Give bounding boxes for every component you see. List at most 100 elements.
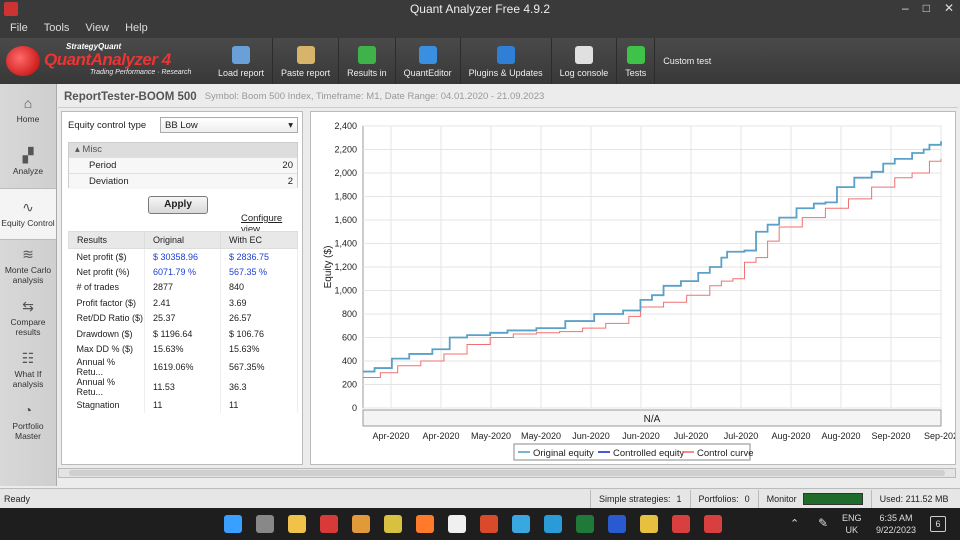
- menu-tools[interactable]: Tools: [44, 22, 70, 34]
- table-row[interactable]: Drawdown ($) $ 1196.64 $ 106.76: [68, 326, 298, 342]
- notification-badge[interactable]: 6: [930, 516, 946, 532]
- results-header[interactable]: Results: [68, 231, 145, 249]
- plugins-updates-button[interactable]: Plugins & Updates: [461, 38, 552, 84]
- check-icon: [626, 46, 645, 64]
- menu-view[interactable]: View: [85, 22, 109, 34]
- param-value[interactable]: 20: [282, 160, 293, 171]
- office-icon[interactable]: [480, 515, 498, 533]
- menu-file[interactable]: File: [10, 22, 28, 34]
- dollar-icon: [357, 46, 376, 64]
- windows-start-icon[interactable]: [224, 515, 242, 533]
- clock[interactable]: 6:35 AM 9/22/2023: [868, 512, 924, 536]
- tool-app-icon[interactable]: [352, 515, 370, 533]
- table-row[interactable]: Stagnation 11 11: [68, 397, 298, 413]
- quant-analyzer-window: Quant Analyzer Free 4.9.2 – □ ✕ File Too…: [0, 0, 960, 508]
- table-row[interactable]: Profit factor ($) 2.41 3.69: [68, 295, 298, 311]
- maximize-button[interactable]: □: [923, 1, 930, 15]
- legend-label: Controlled equity: [613, 448, 685, 459]
- file-explorer-icon[interactable]: [288, 515, 306, 533]
- y-tick-label: 1,600: [334, 215, 357, 225]
- original-header[interactable]: Original: [144, 231, 221, 249]
- table-row[interactable]: Annual % Retu... 11.53 36.3: [68, 377, 298, 397]
- sidebar-item-compare-results[interactable]: ⇆ Compare results: [0, 292, 56, 344]
- store-app-icon[interactable]: [384, 515, 402, 533]
- whatif-icon: ☷: [21, 350, 35, 366]
- sidebar-item-label: Equity Control: [1, 218, 55, 228]
- param-row-deviation[interactable]: Deviation 2: [69, 173, 297, 189]
- param-row-period[interactable]: Period 20: [69, 157, 297, 173]
- sidebar-item-home[interactable]: ⌂ Home: [0, 84, 56, 136]
- toolbar-label: Log console: [559, 68, 609, 78]
- y-tick-label: 2,200: [334, 145, 357, 155]
- clipboard-icon: [296, 46, 315, 64]
- table-row[interactable]: Annual % Retu... 1619.06% 567.35%: [68, 357, 298, 377]
- language-code: ENG: [842, 513, 862, 523]
- apply-button[interactable]: Apply: [148, 196, 208, 214]
- with-ec-value: 11: [220, 397, 298, 413]
- param-name: Period: [89, 160, 117, 171]
- log-console-button[interactable]: Log console: [552, 38, 618, 84]
- with-ec-value: 26.57: [220, 310, 298, 326]
- table-row[interactable]: # of trades 2877 840: [68, 279, 298, 295]
- notes-app-icon[interactable]: [640, 515, 658, 533]
- sidebar-item-what-if-analysis[interactable]: ☷ What If analysis: [0, 344, 56, 396]
- horizontal-splitter[interactable]: [58, 468, 956, 478]
- with-ec-header[interactable]: With EC: [220, 231, 298, 249]
- paint-app-icon[interactable]: [704, 515, 722, 533]
- table-row[interactable]: Max DD % ($) 15.63% 15.63%: [68, 341, 298, 357]
- simple-strategies-label: Simple strategies:: [599, 493, 671, 504]
- sidebar-item-analyze[interactable]: ▞ Analyze: [0, 136, 56, 188]
- word-icon[interactable]: [608, 515, 626, 533]
- minimize-button[interactable]: –: [902, 1, 909, 15]
- status-ready: Ready: [4, 493, 31, 504]
- puzzle-icon: [496, 46, 515, 64]
- edge-icon[interactable]: [544, 515, 562, 533]
- paste-report-button[interactable]: Paste report: [273, 38, 340, 84]
- quantanalyzer-app-icon[interactable]: [672, 515, 690, 533]
- results-in-button[interactable]: Results in: [339, 38, 396, 84]
- sidebar-item-monte-carlo-analysis[interactable]: ≋ Monte Carlo analysis: [0, 240, 56, 292]
- splitter-handle[interactable]: [69, 470, 945, 476]
- original-value: 1619.06%: [144, 357, 221, 377]
- media-app-icon[interactable]: [320, 515, 338, 533]
- report-subtitle: Symbol: Boom 500 Index, Timeframe: M1, D…: [204, 91, 545, 102]
- telegram-icon[interactable]: [512, 515, 530, 533]
- original-value: 6071.79 %: [144, 264, 221, 280]
- memory-meter: [802, 492, 863, 505]
- tests-button[interactable]: Tests: [617, 38, 656, 84]
- with-ec-value: 3.69: [220, 295, 298, 311]
- table-row[interactable]: Ret/DD Ratio ($) 25.37 26.57: [68, 310, 298, 326]
- language-indicator[interactable]: ENG UK: [842, 512, 862, 536]
- custom-test-button[interactable]: Custom test: [655, 38, 719, 84]
- table-row[interactable]: Net profit (%) 6071.79 % 567.35 %: [68, 264, 298, 280]
- close-button[interactable]: ✕: [944, 1, 954, 15]
- misc-header[interactable]: ▴ Misc: [69, 143, 297, 157]
- load-report-button[interactable]: Load report: [210, 38, 274, 84]
- tradingview-icon[interactable]: [448, 515, 466, 533]
- metric-name: Net profit (%): [68, 264, 145, 280]
- equity-control-type-select[interactable]: BB Low ▾: [160, 117, 298, 133]
- table-row[interactable]: Net profit ($) $ 30358.96 $ 2836.75: [68, 248, 298, 264]
- excel-icon[interactable]: [576, 515, 594, 533]
- with-ec-value: 567.35%: [220, 357, 298, 377]
- pen-icon[interactable]: ✎: [818, 517, 828, 529]
- equity-chart-panel: 0 200 400 600 800 1,000 1,200 1,400 1,600 1,800 2,…: [310, 111, 956, 465]
- metric-name: Ret/DD Ratio ($): [68, 310, 145, 326]
- y-tick-label: 800: [342, 309, 357, 319]
- simple-strategies-count: Simple strategies: 1: [590, 489, 690, 508]
- quanteditor-button[interactable]: QuantEditor: [396, 38, 461, 84]
- x-tick-label: Sep-2020: [871, 431, 910, 441]
- tray-chevron-icon[interactable]: ⌃: [790, 518, 799, 530]
- title-bar: Quant Analyzer Free 4.9.2 – □ ✕: [0, 0, 960, 18]
- x-tick-label: May-2020: [521, 431, 561, 441]
- sidebar-item-portfolio-master[interactable]: ◔ Portfolio Master: [0, 396, 56, 448]
- param-value[interactable]: 2: [288, 176, 293, 187]
- x-tick-label: Apr-2020: [422, 431, 459, 441]
- menu-help[interactable]: Help: [125, 22, 148, 34]
- original-value: $ 1196.64: [144, 326, 221, 342]
- firefox-icon[interactable]: [416, 515, 434, 533]
- taskview-icon[interactable]: [256, 515, 274, 533]
- sidebar-item-equity-control[interactable]: ∿ Equity Control: [0, 188, 56, 240]
- original-value: $ 30358.96: [144, 248, 221, 264]
- globe-icon: [418, 46, 437, 64]
